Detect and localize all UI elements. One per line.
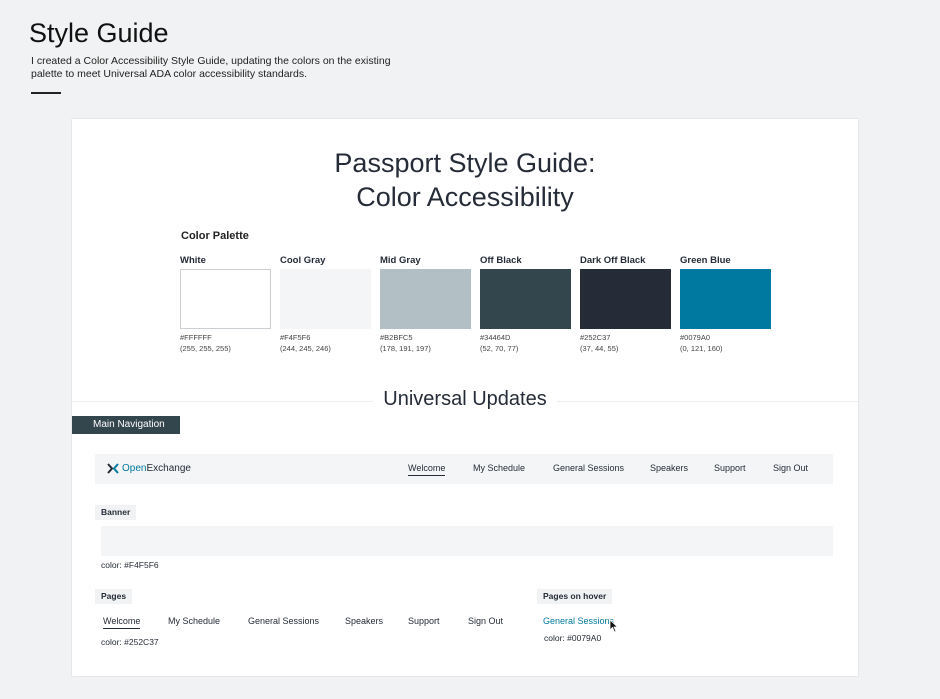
nav-support[interactable]: Support <box>714 463 746 473</box>
title-divider <box>31 92 61 94</box>
card-heading: Passport Style Guide: Color Accessibilit… <box>72 146 858 214</box>
pages-color-note: color: #252C37 <box>101 637 159 647</box>
swatch-color-box <box>680 269 771 329</box>
swatch-hex: #F4F5F6 <box>280 333 311 342</box>
swatch-name: Dark Off Black <box>580 255 646 266</box>
swatch-hex: #B2BFC5 <box>380 333 413 342</box>
section-title-text: Universal Updates <box>373 388 557 410</box>
swatch-name: Green Blue <box>680 255 731 266</box>
sample-nav-bar: Open Exchange Welcome My Schedule General… <box>95 454 833 484</box>
swatch-color-box <box>280 269 371 329</box>
swatch-name: Off Black <box>480 255 522 266</box>
swatch-rgb: (37, 44, 55) <box>580 344 619 353</box>
section-title: Universal Updates <box>72 388 858 411</box>
banner-sample <box>101 526 833 556</box>
swatch-mid-gray: Mid Gray #B2BFC5 (178, 191, 197) <box>380 255 472 355</box>
pages-sign-out[interactable]: Sign Out <box>468 616 503 626</box>
swatch-cool-gray: Cool Gray #F4F5F6 (244, 245, 246) <box>280 255 372 355</box>
swatch-name: Cool Gray <box>280 255 326 266</box>
swatch-rgb: (0, 121, 160) <box>680 344 723 353</box>
pages-speakers[interactable]: Speakers <box>345 616 383 626</box>
cursor-icon <box>609 619 619 633</box>
nav-my-schedule[interactable]: My Schedule <box>473 463 525 473</box>
logo-text-exchange: Exchange <box>146 463 191 474</box>
page-description: I created a Color Accessibility Style Gu… <box>31 55 391 80</box>
swatch-color-box <box>480 269 571 329</box>
pages-support[interactable]: Support <box>408 616 440 626</box>
page-title: Style Guide <box>29 18 169 48</box>
pages-on-hover-label: Pages on hover <box>537 589 613 604</box>
card-heading-line1: Passport Style Guide: <box>334 148 596 178</box>
swatch-off-black: Off Black #34464D (52, 70, 77) <box>480 255 572 355</box>
logo-text-open: Open <box>122 463 147 474</box>
swatch-name: Mid Gray <box>380 255 421 266</box>
banner-label: Banner <box>95 505 137 520</box>
banner-color-note: color: #F4F5F6 <box>101 560 159 570</box>
card-heading-line2: Color Accessibility <box>356 182 574 212</box>
swatch-rgb: (178, 191, 197) <box>380 344 431 353</box>
main-navigation-label: Main Navigation <box>72 416 180 434</box>
swatch-color-box <box>580 269 671 329</box>
nav-general-sessions[interactable]: General Sessions <box>553 463 624 473</box>
swatch-white: White #FFFFFF (255, 255, 255) <box>180 255 272 355</box>
swatch-rgb: (244, 245, 246) <box>280 344 331 353</box>
swatch-dark-off-black: Dark Off Black #252C37 (37, 44, 55) <box>580 255 672 355</box>
swatch-hex: #0079A0 <box>680 333 711 342</box>
nav-speakers[interactable]: Speakers <box>650 463 688 473</box>
nav-welcome[interactable]: Welcome <box>408 463 446 476</box>
pages-general-sessions[interactable]: General Sessions <box>248 616 319 626</box>
swatch-green-blue: Green Blue #0079A0 (0, 121, 160) <box>680 255 772 355</box>
swatch-color-box <box>180 269 271 329</box>
openexchange-logo-icon <box>107 463 119 474</box>
hover-color-note: color: #0079A0 <box>544 633 602 643</box>
swatch-hex: #FFFFFF <box>180 333 212 342</box>
swatch-color-box <box>380 269 471 329</box>
swatch-name: White <box>180 255 206 266</box>
swatch-rgb: (52, 70, 77) <box>480 344 519 353</box>
pages-welcome[interactable]: Welcome <box>103 616 141 629</box>
swatch-hex: #34464D <box>480 333 511 342</box>
swatch-hex: #252C37 <box>580 333 611 342</box>
style-guide-card: Passport Style Guide: Color Accessibilit… <box>72 119 858 676</box>
pages-my-schedule[interactable]: My Schedule <box>168 616 220 626</box>
palette-title: Color Palette <box>181 230 249 242</box>
color-swatches: White #FFFFFF (255, 255, 255) Cool Gray … <box>180 255 780 355</box>
hover-general-sessions-link[interactable]: General Sessions <box>543 616 614 626</box>
nav-sign-out[interactable]: Sign Out <box>773 463 808 473</box>
swatch-rgb: (255, 255, 255) <box>180 344 231 353</box>
pages-label: Pages <box>95 589 133 604</box>
openexchange-logo[interactable]: Open Exchange <box>107 463 191 474</box>
